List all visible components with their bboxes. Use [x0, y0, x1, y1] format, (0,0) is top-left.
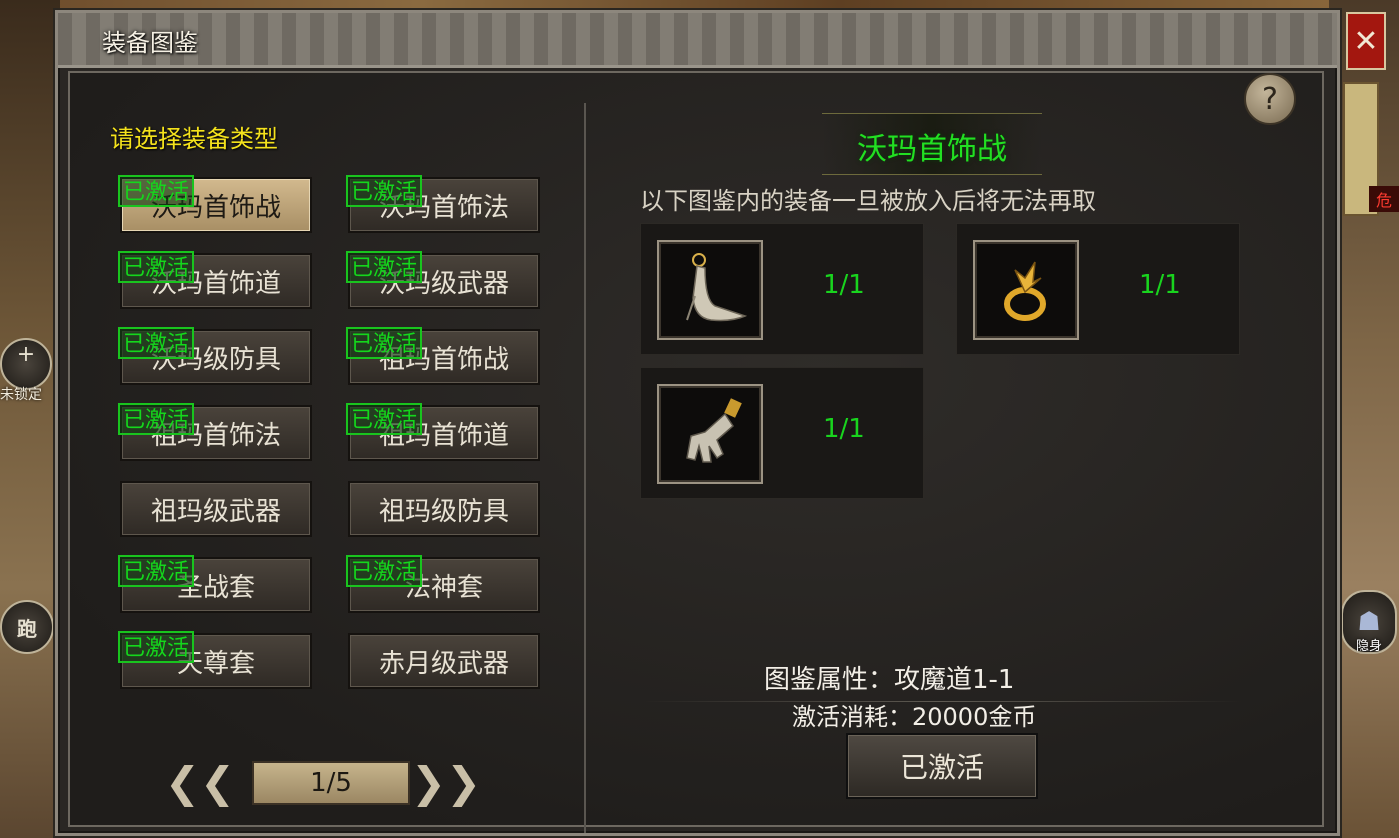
equip-type-button[interactable]: 法神套 已激活 [346, 555, 540, 613]
item-card: 1/1 [640, 223, 924, 355]
equip-type-button[interactable]: 沃玛首饰法 已激活 [346, 175, 540, 233]
danger-indicator: 危 [1369, 186, 1399, 212]
equip-type-button[interactable]: 天尊套 已激活 [118, 631, 312, 689]
necklace-icon [686, 253, 748, 322]
item-card: 1/1 [956, 223, 1240, 355]
equip-type-button[interactable]: 沃玛首饰道 已激活 [118, 251, 312, 309]
window-title: 装备图鉴 [102, 29, 198, 57]
item-slot[interactable] [657, 240, 763, 340]
item-count: 1/1 [1139, 270, 1181, 300]
equip-type-button[interactable]: 圣战套 已激活 [118, 555, 312, 613]
pager: ❮❮ 1/5 ❯❯ [165, 758, 481, 809]
run-button[interactable]: 跑 [0, 600, 54, 654]
stealth-label: 隐身 [1355, 639, 1382, 654]
panel-divider [584, 103, 586, 833]
stealth-skill-icon: ☗ [1357, 607, 1381, 637]
next-page-arrow-icon[interactable]: ❯❯ [411, 758, 481, 807]
item-count: 1/1 [823, 414, 865, 444]
equip-type-button[interactable]: 祖玛首饰战 已激活 [346, 327, 540, 385]
plus-icon: + [16, 342, 36, 367]
equipment-type-heading: 请选择装备类型 [110, 125, 278, 153]
selected-set-name: 沃玛首饰战 [857, 132, 1007, 167]
activated-badge: 已激活 [346, 251, 423, 283]
activated-badge: 已激活 [118, 327, 195, 359]
target-lock-label: 未锁定 [0, 387, 42, 403]
bracelet-icon [686, 398, 742, 463]
activated-badge: 已激活 [118, 175, 195, 207]
activated-badge: 已激活 [346, 555, 423, 587]
item-card: 1/1 [640, 367, 924, 499]
equipment-codex-window: 装备图鉴 请选择装备类型 沃玛首饰战 已激活 沃玛首饰法 已激活 沃玛首饰道 已… [55, 10, 1340, 836]
codex-attribute: 图鉴属性：攻魔道1-1 [764, 665, 1015, 695]
activated-badge: 已激活 [346, 327, 423, 359]
activated-badge: 已激活 [118, 403, 195, 435]
equip-type-button[interactable]: 祖玛首饰法 已激活 [118, 403, 312, 461]
close-icon[interactable]: ✕ [1346, 12, 1386, 70]
activated-badge: 已激活 [118, 631, 195, 663]
page-indicator: 1/5 [252, 761, 410, 805]
run-label: 跑 [17, 616, 37, 641]
equip-type-label: 赤月级武器 [378, 648, 509, 679]
item-slot[interactable] [973, 240, 1079, 340]
warning-text: 以下图鉴内的装备一旦被放入后将无法再取 [640, 187, 1096, 215]
help-icon[interactable]: ? [1244, 73, 1296, 125]
prev-page-arrow-icon[interactable]: ❮❮ [165, 758, 235, 807]
item-count: 1/1 [823, 270, 865, 300]
equip-type-button[interactable]: 沃玛首饰战 已激活 [118, 175, 312, 233]
equip-type-label: 祖玛级防具 [378, 496, 509, 527]
activated-badge: 已激活 [118, 555, 195, 587]
equip-type-button[interactable]: 沃玛级武器 已激活 [346, 251, 540, 309]
equip-type-button[interactable]: 祖玛级武器 [120, 481, 312, 537]
activate-button[interactable]: 已激活 [846, 733, 1038, 799]
equip-type-button[interactable]: 祖玛首饰道 已激活 [346, 403, 540, 461]
window-content: 请选择装备类型 沃玛首饰战 已激活 沃玛首饰法 已激活 沃玛首饰道 已激活 沃玛… [68, 71, 1324, 833]
activated-badge: 已激活 [118, 251, 195, 283]
activation-cost: 激活消耗：20000金币 [792, 703, 1037, 731]
equip-type-label: 祖玛级武器 [150, 496, 281, 527]
activated-badge: 已激活 [346, 403, 423, 435]
equip-type-button[interactable]: 赤月级武器 [348, 633, 540, 689]
item-slot[interactable] [657, 384, 763, 484]
window-titlebar: 装备图鉴 [58, 13, 1337, 68]
set-title-frame: 沃玛首饰战 [822, 113, 1042, 175]
equip-type-button[interactable]: 祖玛级防具 [348, 481, 540, 537]
target-lock-button[interactable]: + 未锁定 [0, 338, 52, 403]
scene-background-left [0, 0, 60, 838]
activated-badge: 已激活 [346, 175, 423, 207]
equip-type-button[interactable]: 沃玛级防具 已激活 [118, 327, 312, 385]
ring-icon [1004, 261, 1046, 321]
stealth-skill-button[interactable]: ☗ 隐身 [1341, 590, 1397, 654]
